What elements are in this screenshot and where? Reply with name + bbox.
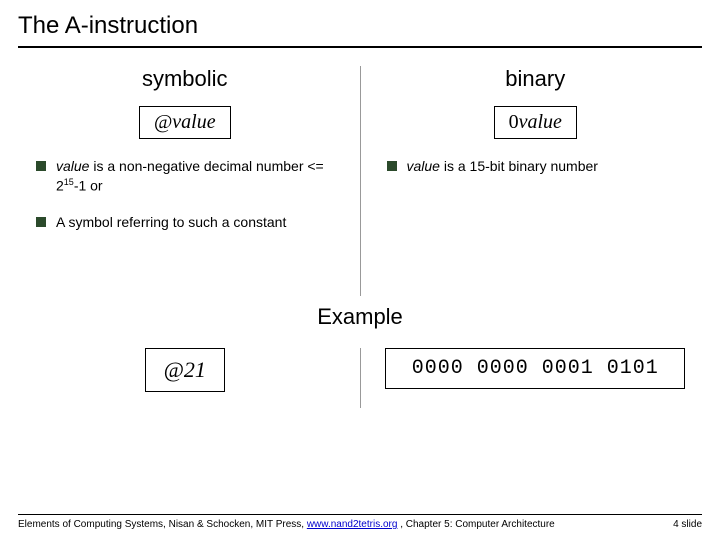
- example-left-col: @21: [18, 348, 352, 408]
- slide: The A-instruction symbolic @value value …: [0, 0, 720, 540]
- list-item: value is a non-negative decimal number <…: [36, 157, 346, 195]
- example-heading: Example: [18, 304, 702, 330]
- right-heading: binary: [369, 66, 703, 92]
- left-syntax-box: @value: [139, 106, 231, 139]
- right-bullets: value is a 15-bit binary number: [369, 157, 703, 176]
- t: is a 15-bit binary number: [440, 158, 598, 174]
- bullet-text: value is a non-negative decimal number <…: [56, 157, 346, 195]
- left-heading: symbolic: [18, 66, 352, 92]
- slide-title: The A-instruction: [18, 10, 702, 46]
- example-right-box: 0000 0000 0001 0101: [385, 348, 685, 389]
- example-row: @21 0000 0000 0001 0101: [18, 348, 702, 408]
- t: -1 or: [74, 178, 103, 194]
- bullet-icon: [387, 161, 397, 171]
- bullet-text: value is a 15-bit binary number: [407, 157, 697, 176]
- t: value: [56, 158, 89, 174]
- vertical-divider: [360, 66, 361, 296]
- list-item: A symbol referring to such a constant: [36, 213, 346, 232]
- list-item: value is a 15-bit binary number: [387, 157, 697, 176]
- t: 15: [64, 177, 74, 187]
- left-column: symbolic @value value is a non-negative …: [18, 66, 352, 296]
- bullet-text: A symbol referring to such a constant: [56, 213, 346, 232]
- vertical-divider: [360, 348, 361, 408]
- bullet-icon: [36, 217, 46, 227]
- footer-text: Elements of Computing Systems, Nisan & S…: [18, 519, 555, 530]
- t: A symbol referring to such a constant: [56, 214, 286, 230]
- example-left-box: @21: [145, 348, 225, 392]
- right-box-wrap: 0value: [369, 106, 703, 139]
- left-box-wrap: @value: [18, 106, 352, 139]
- title-rule: [18, 46, 702, 48]
- right-syntax-box: 0value: [494, 106, 577, 139]
- t: Elements of Computing Systems, Nisan & S…: [18, 519, 307, 530]
- example-right-col: 0000 0000 0001 0101: [369, 348, 703, 408]
- bullet-icon: [36, 161, 46, 171]
- left-bullets: value is a non-negative decimal number <…: [18, 157, 352, 232]
- t: , Chapter 5: Computer Architecture: [397, 519, 554, 530]
- footer: Elements of Computing Systems, Nisan & S…: [18, 514, 702, 530]
- two-column-region: symbolic @value value is a non-negative …: [18, 66, 702, 296]
- t: value: [407, 158, 440, 174]
- footer-link[interactable]: www.nand2tetris.org: [307, 519, 398, 530]
- page-number: 4 slide: [673, 519, 702, 530]
- right-column: binary 0value value is a 15-bit binary n…: [369, 66, 703, 296]
